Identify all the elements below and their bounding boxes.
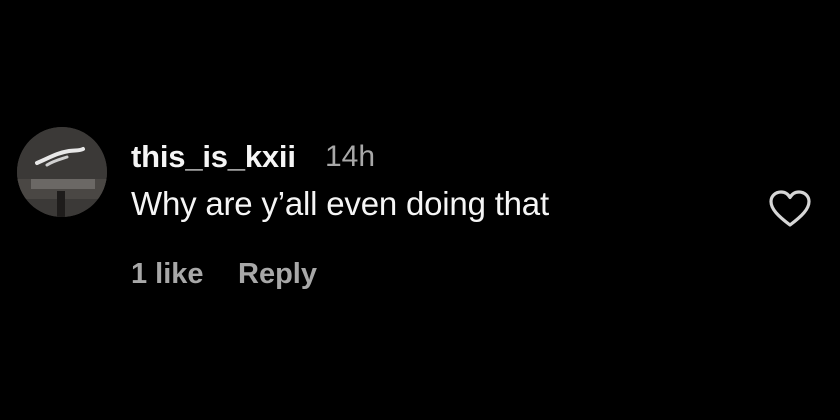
comment-text: Why are y’all even doing that [131,185,549,222]
heart-outline-icon[interactable] [768,189,812,229]
like-count[interactable]: 1 like [131,258,204,291]
reply-button[interactable]: Reply [238,258,317,291]
comment-timestamp: 14h [325,140,376,173]
avatar-photo-icon [17,127,107,217]
comment-item: this_is_kxii 14h Why are y’all even doin… [0,0,840,420]
comment-username[interactable]: this_is_kxii [131,139,296,175]
avatar[interactable] [17,127,107,217]
